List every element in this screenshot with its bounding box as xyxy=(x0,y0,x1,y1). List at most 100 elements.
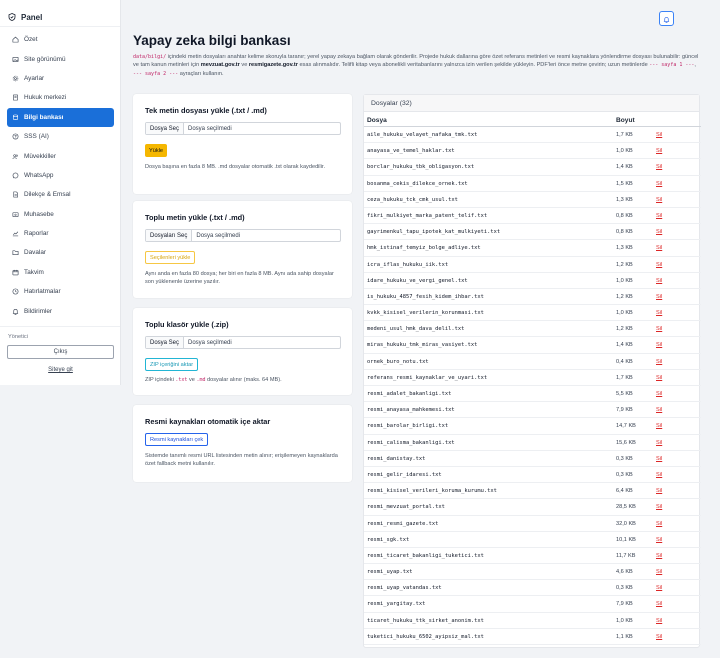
delete-link[interactable]: Sil xyxy=(656,423,662,429)
column-file: Dosya xyxy=(367,117,387,124)
fetch-official-button[interactable]: Resmi kaynakları çek xyxy=(145,433,209,446)
delete-link[interactable]: Sil xyxy=(656,407,662,413)
delete-link[interactable]: Sil xyxy=(656,521,662,527)
delete-link[interactable]: Sil xyxy=(656,569,662,575)
delete-link[interactable]: Sil xyxy=(656,278,662,284)
sidebar-item-folder[interactable]: Davalar xyxy=(7,243,114,262)
delete-link[interactable]: Sil xyxy=(656,472,662,478)
table-row: ceza_hukuku_tck_cmk_usul.txt 1,3 KB Sil xyxy=(364,192,701,208)
file-name: resmi_yargitay.txt xyxy=(367,601,426,608)
card-title: Toplu metin yükle (.txt / .md) xyxy=(145,213,245,222)
sidebar-item-document[interactable]: Dilekçe & Emsal xyxy=(7,185,114,204)
bulk-file-input[interactable]: Dosyaları Seç Dosya seçilmedi xyxy=(145,229,341,242)
delete-link[interactable]: Sil xyxy=(656,601,662,607)
delete-link[interactable]: Sil xyxy=(656,391,662,397)
sidebar-item-gear[interactable]: Ayarlar xyxy=(7,69,114,88)
file-size: 1,2 KB xyxy=(616,326,633,333)
file-name: resmi_sgk.txt xyxy=(367,536,410,543)
file-name: borclar_hukuku_tbk_obligasyon.txt xyxy=(367,164,475,171)
brand[interactable]: Panel xyxy=(0,0,120,26)
sidebar-item-database[interactable]: Bilgi bankası xyxy=(7,107,114,127)
users-icon xyxy=(11,152,19,160)
brand-label: Panel xyxy=(21,13,43,22)
sidebar-item-calendar[interactable]: Takvim xyxy=(7,263,114,282)
card-hint: Sistemde tanımlı resmi URL listesinden m… xyxy=(145,453,338,468)
page-marker-code: --- sayfa 1 --- xyxy=(649,62,695,69)
import-zip-button[interactable]: ZIP içeriğini aktar xyxy=(145,358,199,371)
delete-link[interactable]: Sil xyxy=(656,294,662,300)
delete-link[interactable]: Sil xyxy=(656,310,662,316)
site-link[interactable]: Siteye git xyxy=(0,367,121,373)
delete-link[interactable]: Sil xyxy=(656,262,662,268)
delete-link[interactable]: Sil xyxy=(656,440,662,446)
sidebar-item-whatsapp[interactable]: WhatsApp xyxy=(7,166,114,185)
file-name: referans_resmi_kaynaklar_ve_uyari.txt xyxy=(367,374,488,381)
files-table-body: aile_hukuku_velayet_nafaka_tmk.txt 1,7 KB… xyxy=(364,127,701,645)
card-hint: ZIP içindeki .txt ve .md dosyalar alınır… xyxy=(145,376,341,384)
choose-files-button[interactable]: Dosyaları Seç xyxy=(146,230,193,241)
choose-file-button[interactable]: Dosya Seç xyxy=(146,123,185,134)
upload-selected-button[interactable]: Seçilenleri yükle xyxy=(145,251,196,264)
sidebar-item-bell[interactable]: Bildirimler xyxy=(7,301,114,320)
delete-link[interactable]: Sil xyxy=(656,456,662,462)
delete-link[interactable]: Sil xyxy=(656,229,662,235)
file-name: resmi_adalet_bakanligi.txt xyxy=(367,391,452,397)
sidebar-item-image[interactable]: Site görünümü xyxy=(7,49,114,68)
delete-link[interactable]: Sil xyxy=(656,342,662,348)
delete-link[interactable]: Sil xyxy=(656,213,662,219)
delete-link[interactable]: Sil xyxy=(656,132,662,138)
table-header: Dosya Boyut xyxy=(364,115,701,127)
table-row: ticaret_hukuku_ttk_sirket_anonim.txt 1,0 … xyxy=(364,613,701,629)
divider xyxy=(0,326,120,327)
single-file-input[interactable]: Dosya Seç Dosya seçilmedi xyxy=(145,122,341,135)
file-name: resmi_anayasa_mahkemesi.txt xyxy=(367,407,455,414)
mevzuat-link: mevzuat.gov.tr xyxy=(200,62,240,69)
choose-file-button[interactable]: Dosya Seç xyxy=(146,337,185,348)
delete-link[interactable]: Sil xyxy=(656,375,662,381)
sidebar-item-wallet[interactable]: Muhasebe xyxy=(7,205,114,224)
delete-link[interactable]: Sil xyxy=(656,326,662,332)
sidebar-item-label: Site görünümü xyxy=(24,55,66,63)
question-icon xyxy=(11,133,19,141)
table-row: anayasa_ve_temel_haklar.txt 1,0 KB Sil xyxy=(364,143,701,160)
delete-link[interactable]: Sil xyxy=(656,537,662,543)
file-size: 7,9 KB xyxy=(616,407,633,414)
table-row: resmi_sgk.txt 10,1 KB Sil xyxy=(364,532,701,548)
zip-file-input[interactable]: Dosya Seç Dosya seçilmedi xyxy=(145,336,341,349)
file-size: 0,3 KB xyxy=(616,585,633,592)
divider xyxy=(0,26,120,27)
sidebar-item-users[interactable]: Müvekkiller xyxy=(7,146,114,165)
delete-link[interactable]: Sil xyxy=(656,245,662,251)
delete-link[interactable]: Sil xyxy=(656,618,662,624)
logout-button[interactable]: Çıkış xyxy=(7,345,114,359)
table-row: resmi_gelir_idaresi.txt 0,3 KB Sil xyxy=(364,467,701,484)
table-row: hmk_istinaf_temyiz_bolge_adliye.txt 1,3 K… xyxy=(364,240,701,257)
delete-link[interactable]: Sil xyxy=(656,504,662,510)
delete-link[interactable]: Sil xyxy=(656,553,662,559)
delete-link[interactable]: Sil xyxy=(656,181,662,187)
delete-link[interactable]: Sil xyxy=(656,148,662,154)
sidebar-item-book[interactable]: Hukuk merkezi xyxy=(7,88,114,107)
upload-button[interactable]: Yükle xyxy=(145,144,167,157)
delete-link[interactable]: Sil xyxy=(656,164,662,170)
table-row: resmi_resmi_gazete.txt 32,0 KB Sil xyxy=(364,516,701,532)
table-row: medeni_usul_hmk_dava_delil.txt 1,2 KB Sil xyxy=(364,321,701,338)
delete-link[interactable]: Sil xyxy=(656,634,662,640)
clock-icon xyxy=(11,288,19,296)
notifications-button[interactable] xyxy=(659,11,674,26)
sidebar-item-home[interactable]: Özet xyxy=(7,30,114,49)
bell-icon xyxy=(11,307,19,315)
delete-link[interactable]: Sil xyxy=(656,488,662,494)
sidebar-item-label: Bilgi bankası xyxy=(24,113,64,121)
delete-link[interactable]: Sil xyxy=(656,585,662,591)
delete-link[interactable]: Sil xyxy=(656,359,662,365)
sidebar-nav: Özet Site görünümü Ayarlar Hukuk merkezi Bil… xyxy=(7,30,114,321)
file-name: resmi_resmi_gazete.txt xyxy=(367,520,439,527)
sidebar-item-clock[interactable]: Hatırlatmalar xyxy=(7,282,114,301)
delete-link[interactable]: Sil xyxy=(656,197,662,203)
intro-part: esas alınmalıdır. Telifli kitap veya abo… xyxy=(297,62,650,69)
sidebar-item-chart[interactable]: Raporlar xyxy=(7,224,114,243)
gear-icon xyxy=(11,74,19,82)
sidebar-item-question[interactable]: SSS (AI) xyxy=(7,127,114,146)
sidebar-item-label: WhatsApp xyxy=(24,171,54,179)
